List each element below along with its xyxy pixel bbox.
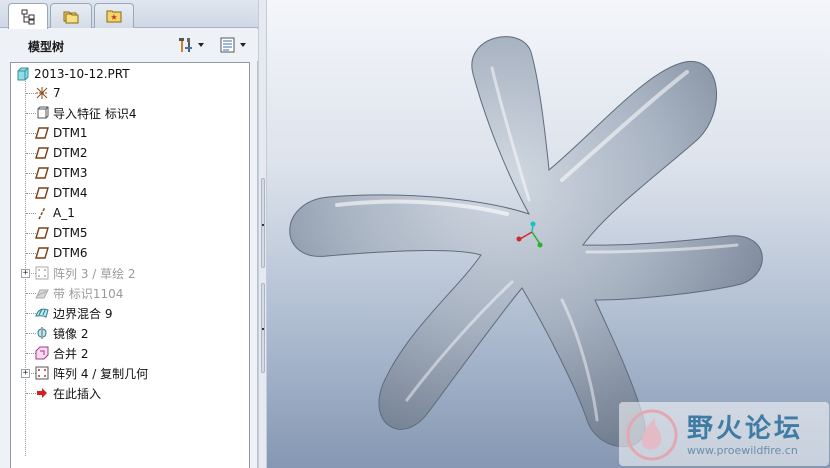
splitter-dot bbox=[262, 224, 264, 226]
model-tree: 2013-10-12.PRT 7 导入特征 标识4 DTM1 DTM2 DTM3… bbox=[10, 62, 250, 468]
datum-plane-icon bbox=[35, 247, 49, 259]
tree-item-label: DTM3 bbox=[53, 166, 88, 180]
tree-item[interactable]: 合并 2 bbox=[35, 343, 273, 363]
tree-item-label: 7 bbox=[53, 86, 61, 100]
tree-item[interactable]: DTM1 bbox=[35, 123, 273, 143]
panel-header: 模型树 bbox=[0, 29, 258, 61]
pattern-icon bbox=[35, 366, 49, 380]
tree-item[interactable]: 7 bbox=[35, 83, 273, 103]
tree-item-label: DTM5 bbox=[53, 226, 88, 240]
tree-item-label: 阵列 3 / 草绘 2 bbox=[53, 266, 136, 281]
watermark: 野火论坛 www.proewildfire.cn bbox=[619, 402, 829, 466]
splitter-dot bbox=[262, 328, 264, 330]
tree-item-label: 镜像 2 bbox=[53, 326, 89, 341]
tree-item-label: 导入特征 标识4 bbox=[53, 106, 137, 121]
tree-root-label: 2013-10-12.PRT bbox=[34, 67, 130, 81]
tree-item[interactable]: A_1 bbox=[35, 203, 273, 223]
tree-item-label: DTM2 bbox=[53, 146, 88, 160]
part-icon bbox=[17, 67, 29, 81]
csys-icon bbox=[36, 87, 48, 99]
insert-here-arrow-icon bbox=[37, 388, 47, 398]
model-tree-panel: 模型树 2013-10-12.PRT 7 导入特征 标识4 DTM1 DTM2 … bbox=[0, 0, 258, 468]
chevron-down-icon bbox=[198, 43, 204, 47]
datum-plane-icon bbox=[35, 167, 49, 179]
tree-item-label: 带 标识1104 bbox=[53, 286, 124, 301]
tree-item[interactable]: DTM4 bbox=[35, 183, 273, 203]
splitter-grip[interactable] bbox=[261, 178, 265, 268]
tree-item-label: DTM4 bbox=[53, 186, 88, 200]
settings-button[interactable] bbox=[177, 36, 204, 54]
panel-splitter[interactable] bbox=[258, 0, 267, 468]
tree-item[interactable]: 镜像 2 bbox=[35, 323, 273, 343]
boundary-blend-icon bbox=[35, 308, 49, 318]
watermark-title: 野火论坛 bbox=[687, 414, 804, 444]
tree-item-label: A_1 bbox=[53, 206, 75, 220]
show-options-icon bbox=[220, 37, 235, 53]
tab-model-tree[interactable] bbox=[8, 3, 48, 29]
tree-item[interactable]: DTM3 bbox=[35, 163, 273, 183]
settings-tools-icon bbox=[179, 38, 192, 52]
expand-toggle[interactable]: + bbox=[21, 269, 30, 278]
chevron-down-icon bbox=[240, 43, 246, 47]
tree-item-label: DTM1 bbox=[53, 126, 88, 140]
starfish-surface[interactable] bbox=[289, 36, 763, 448]
tree-root[interactable]: 2013-10-12.PRT bbox=[16, 64, 254, 84]
tree-item[interactable]: 带 标识1104 bbox=[35, 283, 273, 303]
graphics-viewport[interactable]: 野火论坛 www.proewildfire.cn bbox=[267, 0, 830, 468]
starfish-model[interactable] bbox=[267, 0, 830, 468]
panel-title: 模型树 bbox=[28, 40, 65, 54]
insert-here-marker[interactable]: 在此插入 bbox=[35, 383, 273, 403]
datum-plane-icon bbox=[35, 187, 49, 199]
datum-plane-icon bbox=[35, 147, 49, 159]
datum-plane-icon bbox=[35, 227, 49, 239]
expand-toggle[interactable]: + bbox=[21, 369, 30, 378]
watermark-url: www.proewildfire.cn bbox=[687, 444, 798, 457]
forum-logo-icon bbox=[626, 409, 678, 461]
tree-item-label: 在此插入 bbox=[53, 386, 102, 401]
tab-favorites[interactable] bbox=[94, 3, 134, 28]
ribbon-icon bbox=[35, 289, 49, 299]
tree-item[interactable]: DTM5 bbox=[35, 223, 273, 243]
favorites-icon bbox=[106, 10, 122, 23]
mirror-icon bbox=[37, 327, 47, 339]
tree-item[interactable]: 阵列 3 / 草绘 2 bbox=[35, 263, 273, 283]
tab-folder-browser[interactable] bbox=[50, 3, 92, 28]
merge-icon bbox=[35, 346, 49, 360]
tree-item[interactable]: 阵列 4 / 复制几何 bbox=[35, 363, 273, 383]
tree-item[interactable]: DTM6 bbox=[35, 243, 273, 263]
model-tree-icon bbox=[21, 9, 35, 24]
datum-axis-icon bbox=[38, 206, 46, 220]
tree-item-label: 合并 2 bbox=[53, 346, 89, 361]
import-feature-icon bbox=[37, 106, 49, 119]
panel-tabbar bbox=[0, 0, 258, 29]
tree-item-label: 阵列 4 / 复制几何 bbox=[53, 366, 149, 381]
tree-item-label: 边界混合 9 bbox=[53, 306, 113, 321]
folder-browser-icon bbox=[63, 11, 79, 24]
show-button[interactable] bbox=[219, 36, 246, 54]
tree-item[interactable]: 导入特征 标识4 bbox=[35, 103, 273, 123]
tree-item[interactable]: 边界混合 9 bbox=[35, 303, 273, 323]
datum-plane-icon bbox=[35, 127, 49, 139]
pattern-icon bbox=[35, 266, 49, 280]
tree-item[interactable]: DTM2 bbox=[35, 143, 273, 163]
tree-item-label: DTM6 bbox=[53, 246, 88, 260]
